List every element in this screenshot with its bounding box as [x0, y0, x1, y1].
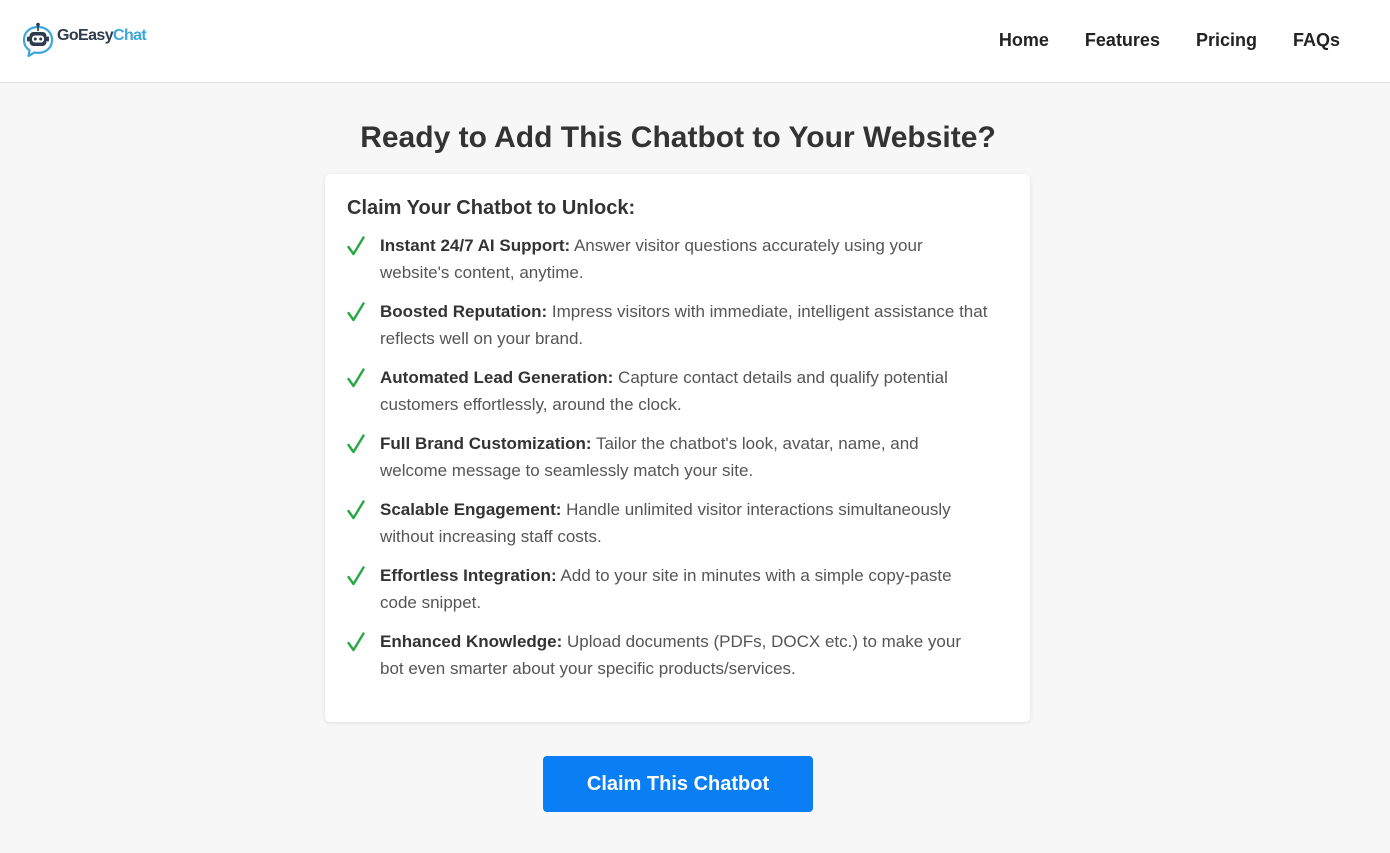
top-navbar: GoEasyChat Home Features Pricing FAQs — [0, 0, 1390, 83]
benefit-item: Instant 24/7 AI Support: Answer visitor … — [347, 233, 1008, 286]
nav-link-features[interactable]: Features — [1085, 30, 1160, 51]
checkmark-icon — [347, 500, 365, 520]
brand-logo[interactable]: GoEasyChat — [21, 22, 147, 58]
benefit-title: Boosted Reputation: — [380, 302, 548, 321]
checkmark-icon — [347, 236, 365, 256]
checkmark-icon — [347, 434, 365, 454]
nav-link-home[interactable]: Home — [999, 30, 1049, 51]
benefit-title: Enhanced Knowledge: — [380, 632, 563, 651]
benefit-title: Scalable Engagement: — [380, 500, 562, 519]
robot-chat-icon — [22, 22, 54, 58]
brand-name-part2: Chat — [113, 27, 147, 44]
benefit-item: Boosted Reputation: Impress visitors wit… — [347, 299, 1008, 352]
benefits-card-title: Claim Your Chatbot to Unlock: — [347, 197, 636, 219]
nav-link-pricing[interactable]: Pricing — [1196, 30, 1257, 51]
benefit-title: Automated Lead Generation: — [380, 368, 614, 387]
checkmark-icon — [347, 302, 365, 322]
benefits-card: Claim Your Chatbot to Unlock: Instant 24… — [325, 174, 1030, 722]
checkmark-icon — [347, 632, 365, 652]
checkmark-icon — [347, 566, 365, 586]
claim-chatbot-button[interactable]: Claim This Chatbot — [543, 756, 813, 812]
benefit-title: Full Brand Customization: — [380, 434, 592, 453]
checkmark-icon — [347, 368, 365, 388]
benefit-item: Automated Lead Generation: Capture conta… — [347, 365, 1008, 418]
benefit-item: Enhanced Knowledge: Upload documents (PD… — [347, 629, 1008, 682]
main-nav: Home Features Pricing FAQs — [999, 30, 1340, 51]
benefit-title: Instant 24/7 AI Support: — [380, 236, 571, 255]
benefit-item: Effortless Integration: Add to your site… — [347, 563, 1008, 616]
benefit-title: Effortless Integration: — [380, 566, 557, 585]
brand-name: GoEasyChat — [57, 27, 147, 44]
benefits-list: Instant 24/7 AI Support: Answer visitor … — [347, 233, 1008, 682]
nav-link-faqs[interactable]: FAQs — [1293, 30, 1340, 51]
benefit-item: Scalable Engagement: Handle unlimited vi… — [347, 497, 1008, 550]
brand-name-part1: GoEasy — [57, 27, 114, 44]
benefit-item: Full Brand Customization: Tailor the cha… — [347, 431, 1008, 484]
page-headline: Ready to Add This Chatbot to Your Websit… — [360, 121, 996, 154]
